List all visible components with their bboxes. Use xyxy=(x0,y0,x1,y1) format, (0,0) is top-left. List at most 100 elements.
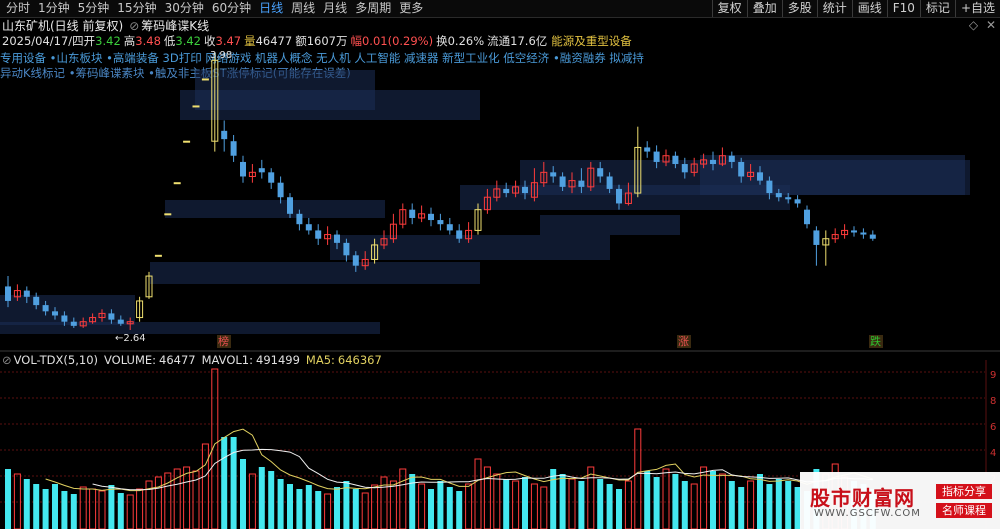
volume-bar-up xyxy=(624,480,632,529)
volume-bar-down xyxy=(550,469,557,529)
volume-bar-down xyxy=(437,481,444,529)
candle-body-down xyxy=(503,188,510,194)
volume-bar-down xyxy=(785,481,792,529)
candle-body-down xyxy=(428,213,434,221)
volume-bar-down xyxy=(653,477,660,529)
volume-value: 46477 xyxy=(159,353,196,367)
volume-bar-up xyxy=(399,468,407,529)
candle-body-down xyxy=(409,209,416,218)
candle-body-up xyxy=(154,254,162,257)
candle-body-up xyxy=(201,78,209,81)
candle-body-down xyxy=(785,197,792,200)
candle-body-up xyxy=(164,213,172,216)
candle-body-down xyxy=(287,197,293,214)
chip-zone-5 xyxy=(195,70,375,110)
volume-bar-up xyxy=(747,480,755,529)
volume-bar-up xyxy=(201,443,209,529)
candle-body-down xyxy=(653,151,660,162)
volume-bar-down xyxy=(240,459,246,529)
volume-bar-down xyxy=(277,479,284,529)
candle-body-down xyxy=(446,224,453,231)
watermark-logo: 股市财富网 WWW.GSCFW.COM 指标分享 名师课程 xyxy=(800,472,1000,529)
volume-bar-up xyxy=(371,484,379,529)
chip-zone-0 xyxy=(0,295,135,325)
volume-bar-down xyxy=(728,481,735,529)
chip-zone-9 xyxy=(540,215,680,235)
chip-zone-1 xyxy=(0,322,380,334)
volume-bar-down xyxy=(616,489,622,529)
candle-body-down xyxy=(268,172,275,183)
candle-body-up xyxy=(192,105,200,108)
volume-bar-down xyxy=(428,489,434,529)
vol-indicator-icon[interactable]: ⊘ xyxy=(0,353,12,367)
candle-body-down xyxy=(851,230,857,233)
volume-bar-up xyxy=(512,480,520,529)
candle-body-down xyxy=(42,305,49,312)
candle-body-down xyxy=(606,176,613,189)
volume-bar-up xyxy=(126,494,134,529)
volume-bar-down xyxy=(33,484,40,529)
candle-body-down xyxy=(305,224,312,231)
vol-indicator-name[interactable]: VOL-TDX(5,10) xyxy=(14,353,98,367)
volume-bar-down xyxy=(334,487,340,529)
candle-body-down xyxy=(230,141,237,156)
candle-body-down xyxy=(221,130,228,140)
candle-body-down xyxy=(108,313,115,320)
vol-tick-label: 9 xyxy=(990,370,996,381)
volume-bar-down xyxy=(287,484,293,529)
candle-body-down xyxy=(343,242,350,256)
signal-marker: 榜 xyxy=(218,334,229,348)
candle-body-down xyxy=(710,159,716,165)
volume-bar-up xyxy=(98,490,106,529)
volume-bar-down xyxy=(597,479,604,529)
candle-body-up xyxy=(183,140,191,143)
volume-bar-down xyxy=(296,489,303,529)
candle-body-down xyxy=(33,296,40,306)
watermark-url: WWW.GSCFW.COM xyxy=(814,508,921,519)
volume-bar-down xyxy=(42,489,49,529)
volume-label: VOLUME: xyxy=(104,353,157,367)
ma5-value: 646367 xyxy=(337,353,382,367)
candle-body-down xyxy=(437,220,444,225)
volume-bar-down xyxy=(446,487,453,529)
candle-body-down xyxy=(296,213,303,225)
volume-bar-down xyxy=(221,437,228,529)
signal-marker: 跌 xyxy=(870,334,881,348)
volume-bar-up xyxy=(465,483,473,529)
volume-bar-down xyxy=(258,467,265,529)
candle-body-down xyxy=(550,172,557,177)
mavol1-value: 491499 xyxy=(256,353,300,367)
volume-bar-down xyxy=(108,485,115,529)
peak-price-label: 3.98 xyxy=(210,50,232,61)
kline-chart[interactable]: 98642←2.643.98榜涨跌 xyxy=(0,0,1000,529)
volume-bar-down xyxy=(606,484,613,529)
volume-bar-up xyxy=(79,486,87,529)
volume-bar-up xyxy=(361,492,369,529)
candle-body-down xyxy=(240,161,246,177)
candle-body-down xyxy=(522,186,528,194)
volume-bar-down xyxy=(52,484,58,529)
candle-body-down xyxy=(23,290,30,297)
mavol1-label: MAVOL1: xyxy=(201,353,253,367)
watermark-badge-1: 指标分享 xyxy=(936,484,992,499)
volume-bar-down xyxy=(766,484,773,529)
volume-bar-down xyxy=(503,479,510,529)
watermark-badge-2: 名师课程 xyxy=(936,503,992,518)
volume-bar-up xyxy=(418,483,426,529)
volume-bar-down xyxy=(672,474,679,529)
volume-bar-down xyxy=(5,469,11,529)
volume-bar-down xyxy=(315,491,322,529)
candle-body-down xyxy=(61,315,68,322)
volume-bar-down xyxy=(305,485,312,529)
vol-tick-label: 8 xyxy=(990,396,996,407)
candle-body-down xyxy=(616,188,622,204)
volume-bar-up xyxy=(154,476,162,529)
volume-bar-up xyxy=(540,486,548,529)
candle-body-down xyxy=(681,164,688,173)
volume-bar-down xyxy=(409,474,416,529)
volume-bar-down xyxy=(578,481,585,529)
volume-bar-up xyxy=(324,493,332,529)
volume-bar-down xyxy=(456,491,463,529)
candle-body-down xyxy=(775,193,782,198)
candle-body-down xyxy=(559,176,566,187)
